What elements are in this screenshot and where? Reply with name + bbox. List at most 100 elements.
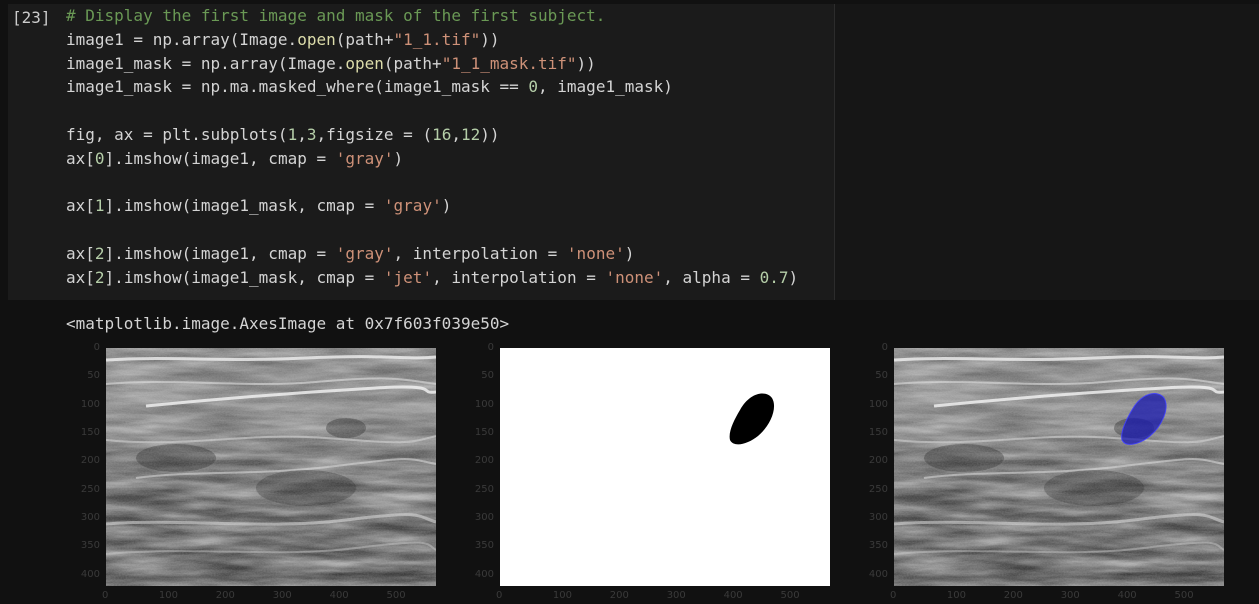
code-token: ))	[480, 124, 500, 144]
y-tick-label: 300	[474, 512, 494, 523]
code-token: 'jet'	[383, 267, 433, 287]
x-tick-label: 200	[609, 590, 629, 601]
y-tick-label: 0	[487, 342, 494, 353]
y-tick-label: 150	[868, 427, 888, 438]
x-tick-label: 400	[723, 590, 743, 601]
code-line: image1_mask = np.array(Image.open(path+"…	[66, 52, 798, 76]
y-tick-label: 400	[868, 568, 888, 580]
y-tick-label: 250	[868, 483, 888, 495]
y-tick-label: 100	[80, 398, 100, 410]
output-text: <matplotlib.image.AxesImage at 0x7f603f0…	[66, 314, 510, 333]
code-token: , interpolation =	[393, 243, 567, 263]
code-token: 0	[94, 148, 105, 168]
code-token: ,figsize = (	[316, 124, 433, 144]
y-tick-label: 100	[868, 398, 888, 410]
code-token: 0.7	[759, 267, 789, 287]
code-token: 12	[460, 124, 481, 144]
code-token: ,	[451, 124, 461, 144]
y-tick-label: 200	[474, 455, 494, 467]
code-token: # Display the first image and mask of th…	[66, 6, 606, 25]
code-token: (path+	[383, 53, 442, 73]
code-token: ax[	[66, 267, 95, 287]
code-token: image1_mask = np.ma.masked_where(image1_…	[66, 77, 529, 97]
x-tick-label: 400	[1117, 590, 1137, 601]
code-line: ax[2].imshow(image1, cmap = 'gray', inte…	[66, 242, 798, 266]
code-token: 1	[94, 196, 105, 216]
code-token: fig, ax = plt.subplots(	[66, 124, 288, 144]
code-line: ax[0].imshow(image1, cmap = 'gray')	[66, 147, 798, 171]
y-tick-label: 50	[481, 370, 494, 382]
code-token: , image1_mask)	[538, 77, 673, 97]
code-token: "1_1.tif"	[393, 29, 481, 49]
x-tick-label: 100	[158, 590, 178, 601]
code-line: ax[2].imshow(image1_mask, cmap = 'jet', …	[66, 266, 798, 290]
code-block[interactable]: # Display the first image and mask of th…	[66, 4, 798, 290]
execution-count: [23]	[12, 8, 51, 27]
code-token: open	[297, 29, 336, 49]
x-tick-label: 0	[890, 590, 897, 601]
y-tick-label: 400	[474, 568, 494, 580]
y-tick-label: 200	[80, 455, 100, 467]
x-tick-label: 100	[946, 590, 966, 601]
code-token: 2	[94, 243, 105, 263]
code-token: ax[	[66, 148, 95, 168]
y-tick-label: 400	[80, 568, 100, 580]
x-tick-label: 500	[780, 590, 800, 601]
code-token: 'none'	[566, 243, 625, 263]
y-tick-label: 100	[474, 398, 494, 410]
y-tick-label: 0	[93, 342, 100, 353]
code-token: 'none'	[605, 267, 664, 287]
x-tick-label: 100	[552, 590, 572, 601]
code-token: image1 = np.array(Image.	[66, 29, 298, 49]
x-tick-label: 300	[1060, 590, 1080, 601]
code-token: 'gray'	[335, 243, 394, 263]
x-tick-label: 0	[102, 590, 109, 601]
y-tick-label: 150	[80, 427, 100, 438]
code-token: ].imshow(image1, cmap =	[104, 243, 336, 263]
y-tick-label: 250	[474, 483, 494, 495]
code-token: )	[624, 243, 635, 263]
x-tick-label: 500	[1174, 590, 1194, 601]
y-tick-label: 300	[80, 512, 100, 523]
code-token: 2	[94, 267, 105, 287]
code-token: 1	[287, 124, 298, 144]
code-token: ax[	[66, 196, 95, 216]
code-line: image1 = np.array(Image.open(path+"1_1.t…	[66, 28, 798, 52]
y-tick-label: 50	[87, 370, 100, 382]
code-line: fig, ax = plt.subplots(1,3,figsize = (16…	[66, 123, 798, 147]
code-line: # Display the first image and mask of th…	[66, 4, 798, 28]
plot-overlay	[894, 348, 1224, 586]
notebook-cell: [23] # Display the first image and mask …	[0, 0, 1259, 604]
y-tick-label: 350	[474, 540, 494, 552]
code-token: )	[393, 148, 404, 168]
code-token: (path+	[335, 29, 394, 49]
code-line: ax[1].imshow(image1_mask, cmap = 'gray')	[66, 194, 798, 218]
x-tick-label: 500	[386, 590, 406, 601]
code-token: )	[788, 267, 799, 287]
code-token: ))	[480, 29, 500, 49]
y-tick-label: 200	[868, 455, 888, 467]
code-token: 0	[528, 77, 539, 97]
plot-mask	[500, 348, 830, 586]
x-tick-label: 200	[215, 590, 235, 601]
code-token: , alpha =	[663, 267, 760, 287]
x-tick-label: 200	[1003, 590, 1023, 601]
code-token: , interpolation =	[432, 267, 606, 287]
x-tick-label: 300	[272, 590, 292, 601]
x-tick-label: 400	[329, 590, 349, 601]
y-tick-label: 350	[868, 540, 888, 552]
x-tick-label: 0	[496, 590, 503, 601]
code-token: 'gray'	[335, 148, 394, 168]
code-token: ,	[297, 124, 307, 144]
code-token: open	[345, 53, 384, 73]
y-tick-label: 50	[875, 370, 888, 382]
code-token: 'gray'	[383, 196, 442, 216]
y-tick-label: 300	[868, 512, 888, 523]
code-token: ax[	[66, 243, 95, 263]
code-token: )	[441, 196, 452, 216]
code-line: image1_mask = np.ma.masked_where(image1_…	[66, 75, 798, 99]
code-token: image1_mask = np.array(Image.	[66, 53, 346, 73]
y-tick-label: 350	[80, 540, 100, 552]
